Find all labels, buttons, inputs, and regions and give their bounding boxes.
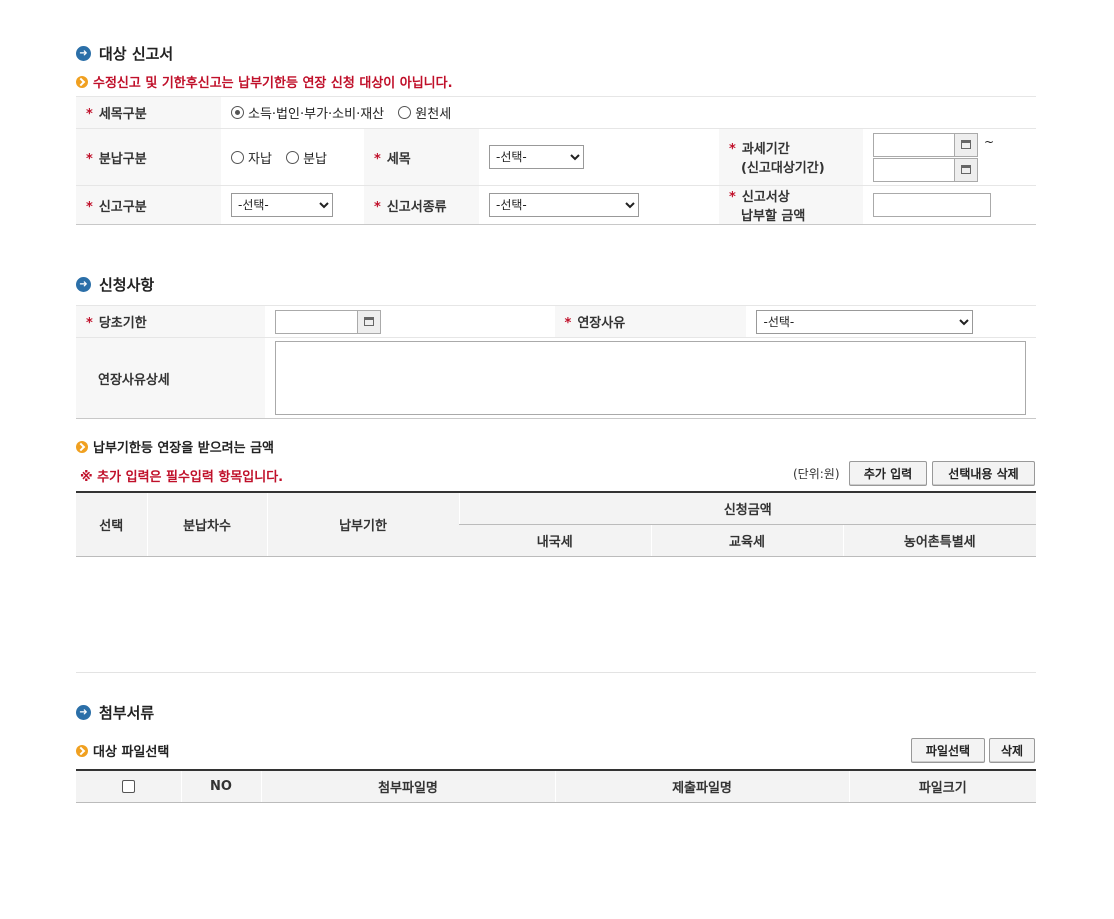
chevron-right-icon: [76, 440, 88, 453]
payable-amount-cell: [863, 185, 1036, 225]
tax-item-type-radio-withholding-label: 원천세: [415, 107, 452, 122]
tax-period-start-input[interactable]: [873, 132, 955, 157]
tax-period-cell: ~: [863, 128, 1036, 186]
required-note: ※ 추가 입력은 필수입력 항목입니다.: [80, 470, 284, 485]
arrow-right-icon: ➜: [76, 705, 91, 720]
original-deadline-input[interactable]: [275, 309, 358, 334]
tax-item-type-radio-withholding[interactable]: [398, 106, 412, 119]
installment-radio-self[interactable]: [231, 150, 244, 164]
delete-selected-button[interactable]: 선택내용 삭제: [932, 461, 1035, 486]
report-type-cell: -선택-: [221, 185, 364, 225]
installment-type-label: * 분납구분: [76, 128, 221, 186]
col-select-all: [76, 770, 181, 803]
arrow-right-icon: ➜: [76, 46, 91, 61]
extension-reason-cell: -선택-: [746, 305, 1036, 338]
report-type-label: * 신고구분: [76, 185, 221, 225]
reason-detail-label: 연장사유상세: [76, 337, 265, 419]
chevron-right-icon: [76, 744, 88, 757]
reason-detail-textarea[interactable]: [275, 341, 1026, 415]
col-submitted-name: 제출파일명: [554, 770, 849, 803]
installment-type-options: 자납 분납: [221, 128, 364, 186]
amount-section-title-text: 납부기한등 연장을 받으려는 금액: [93, 441, 275, 456]
amount-section-title: 납부기한등 연장을 받으려는 금액: [76, 437, 274, 456]
tax-item-cell: -선택-: [479, 128, 719, 186]
delete-file-button[interactable]: 삭제: [989, 738, 1035, 763]
request-form-table: * 당초기한 * 연장사유 -선택- 연장사유상세: [76, 305, 1036, 419]
tax-period-end-calendar-icon[interactable]: [954, 157, 978, 182]
col-education-tax: 교육세: [650, 524, 843, 557]
file-select-subtitle: 대상 파일선택: [76, 741, 169, 760]
target-form-table: * 세목구분 소득·법인·부가·소비·재산 원천세 * 분납구분 자납 분납 * 세목…: [76, 96, 1036, 225]
col-installment-no: 분납차수: [146, 492, 267, 557]
target-notice: 수정신고 및 기한후신고는 납부기한등 연장 신청 대상이 아닙니다.: [76, 72, 453, 91]
attachment-table: NO 첨부파일명 제출파일명 파일크기: [76, 769, 1036, 803]
chevron-right-icon: [76, 75, 88, 88]
col-rural-tax: 농어촌특별세: [842, 524, 1036, 557]
tax-item-type-radio-income-label: 소득·법인·부가·소비·재산: [248, 107, 385, 122]
tax-item-type-radio-income[interactable]: [231, 106, 244, 119]
tax-item-type-label: * 세목구분: [76, 96, 221, 129]
target-notice-text: 수정신고 및 기한후신고는 납부기한등 연장 신청 대상이 아닙니다.: [93, 76, 453, 91]
reason-detail-cell: [265, 337, 1036, 419]
col-file-size: 파일크기: [848, 770, 1036, 803]
col-attached-name: 첨부파일명: [260, 770, 555, 803]
col-national-tax: 내국세: [459, 524, 651, 557]
target-section-title: ➜ 대상 신고서: [76, 43, 173, 64]
extension-reason-label: * 연장사유: [554, 305, 747, 338]
extension-reason-select[interactable]: -선택-: [756, 309, 974, 334]
col-select: 선택: [76, 492, 147, 557]
arrow-right-icon: ➜: [76, 277, 91, 292]
amount-table: 선택 분납차수 납부기한 신청금액 내국세 교육세 농어촌특별세: [76, 491, 1036, 557]
tax-item-type-options: 소득·법인·부가·소비·재산 원천세: [221, 96, 1036, 129]
attachment-section-title: ➜ 첨부서류: [76, 702, 154, 723]
report-form-type-label: * 신고서종류: [364, 185, 479, 225]
select-all-checkbox[interactable]: [121, 779, 135, 793]
amount-table-divider: [76, 672, 1036, 673]
installment-radio-self-label: 자납: [248, 151, 272, 167]
col-request-amount: 신청금액: [458, 492, 1036, 525]
col-deadline: 납부기한: [266, 492, 459, 557]
original-deadline-label: * 당초기한: [76, 305, 265, 338]
original-deadline-cell: [265, 305, 555, 338]
tax-period-start-calendar-icon[interactable]: [954, 132, 978, 157]
tax-item-select[interactable]: -선택-: [489, 145, 584, 169]
payable-amount-label: * 신고서상 납부할 금액: [719, 185, 863, 225]
tax-period-end-input[interactable]: [873, 157, 955, 182]
attachment-section-title-text: 첨부서류: [99, 704, 155, 722]
add-input-button[interactable]: 추가 입력: [849, 461, 927, 486]
report-type-select[interactable]: -선택-: [231, 193, 333, 217]
request-section-title: ➜ 신청사항: [76, 274, 154, 295]
file-select-subtitle-text: 대상 파일선택: [93, 745, 170, 760]
col-no: NO: [180, 770, 261, 803]
request-section-title-text: 신청사항: [99, 276, 155, 294]
installment-radio-split-label: 분납: [303, 151, 327, 167]
original-deadline-calendar-icon[interactable]: [357, 309, 381, 334]
tax-period-separator: ~: [984, 134, 995, 149]
select-file-button[interactable]: 파일선택: [911, 738, 985, 763]
unit-label: (단위:원): [793, 467, 840, 481]
report-form-type-cell: -선택-: [479, 185, 719, 225]
tax-item-label: * 세목: [364, 128, 479, 186]
target-section-title-text: 대상 신고서: [99, 45, 174, 63]
installment-radio-split[interactable]: [286, 150, 300, 164]
tax-period-label: * 과세기간 (신고대상기간): [719, 128, 863, 186]
report-form-type-select[interactable]: -선택-: [489, 193, 639, 217]
payable-amount-input[interactable]: [873, 193, 991, 217]
